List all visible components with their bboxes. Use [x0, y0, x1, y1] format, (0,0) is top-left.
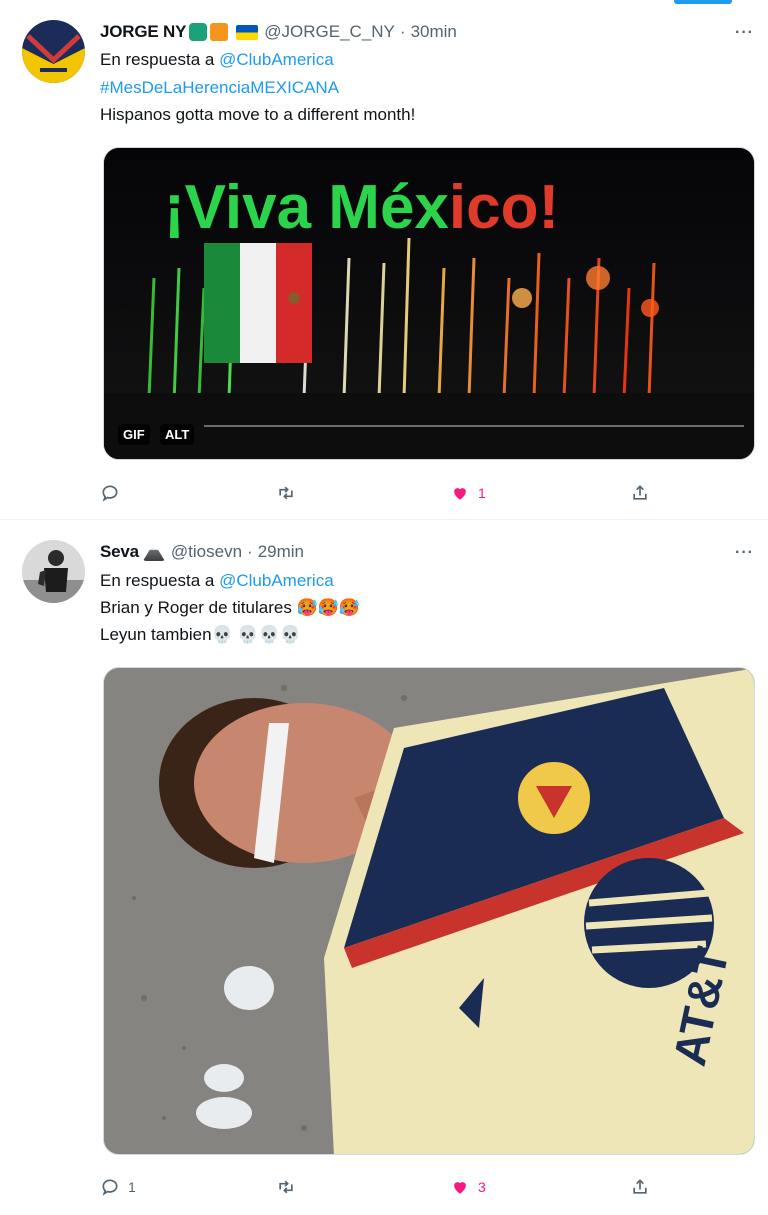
reply-button[interactable] — [100, 480, 128, 506]
photo-media[interactable]: AT&T — [103, 667, 755, 1155]
ukraine-flag-emoji-icon — [236, 24, 259, 40]
heart-icon — [454, 1182, 466, 1194]
share-button[interactable] — [630, 1174, 650, 1200]
hashtag-link[interactable]: #MesDeLaHerenciaMEXICANA — [100, 78, 339, 98]
fireworks-image: ¡Viva México! — [104, 148, 754, 459]
display-name[interactable]: JORGE NY — [100, 22, 186, 42]
reply-count: 1 — [128, 1179, 136, 1195]
ic-text: ic — [449, 173, 501, 242]
reply-icon — [102, 485, 118, 502]
timestamp[interactable]: 29min — [258, 542, 304, 562]
volcano-emoji-icon — [142, 548, 165, 561]
reply-mention-link[interactable]: @ClubAmerica — [219, 50, 334, 69]
tweet-actions: 1 — [100, 480, 660, 506]
svg-text:¡Viva México!: ¡Viva México! — [164, 173, 559, 242]
globe-emoji-icon — [189, 23, 208, 41]
reply-mention-link[interactable]: @ClubAmerica — [219, 571, 334, 590]
reply-context: En respuesta a @ClubAmerica — [100, 571, 334, 591]
tweet-actions: 1 3 — [100, 1174, 660, 1200]
share-icon — [633, 485, 647, 500]
display-name[interactable]: Seva — [100, 542, 139, 562]
timestamp[interactable]: 30min — [411, 22, 457, 42]
tweet-text-line-1: Brian y Roger de titulares 🥵🥵🥵 — [100, 598, 361, 617]
player-photo: AT&T — [104, 668, 754, 1154]
share-icon — [633, 1179, 647, 1194]
heart-icon — [454, 488, 466, 500]
like-button[interactable]: 1 — [450, 480, 486, 506]
reply-prefix: En respuesta a — [100, 571, 215, 590]
more-icon[interactable]: ··· — [735, 24, 754, 42]
handle[interactable]: @JORGE_C_NY — [264, 22, 395, 42]
tweet-header: JORGE NY @JORGE_C_NY · 30min — [100, 20, 457, 44]
separator-dot: · — [247, 542, 253, 561]
like-count: 1 — [478, 485, 486, 501]
separator-dot: · — [399, 22, 406, 41]
retweet-button[interactable] — [276, 1174, 304, 1200]
retweet-button[interactable] — [276, 480, 304, 506]
retweet-icon — [279, 1180, 293, 1194]
alt-button[interactable]: ALT — [160, 424, 195, 445]
share-button[interactable] — [630, 480, 650, 506]
like-count: 3 — [478, 1179, 486, 1195]
gif-label: GIF — [118, 424, 150, 445]
tweet-text-line-2: Leyun tambien💀 💀💀💀 — [100, 625, 301, 644]
o-text: o! — [501, 173, 560, 242]
reply-icon — [102, 1179, 118, 1196]
viva-text: ¡Viva Méx — [164, 173, 449, 242]
reply-context: En respuesta a @ClubAmerica — [100, 50, 334, 70]
orange-square-emoji-icon — [210, 23, 229, 41]
like-button[interactable]: 3 — [450, 1174, 486, 1200]
reply-prefix: En respuesta a — [100, 50, 215, 69]
reply-button[interactable]: 1 — [100, 1174, 136, 1200]
handle[interactable]: @tiosevn — [171, 542, 242, 562]
avatar[interactable] — [22, 540, 85, 603]
retweet-icon — [279, 486, 293, 500]
avatar[interactable] — [22, 20, 85, 83]
tweet-text: Hispanos gotta move to a different month… — [100, 105, 416, 124]
tweet-header: Seva @tiosevn · 29min — [100, 540, 304, 564]
gif-media[interactable]: ¡Viva México! GIF ALT — [103, 147, 755, 460]
more-icon[interactable]: ··· — [735, 544, 754, 562]
